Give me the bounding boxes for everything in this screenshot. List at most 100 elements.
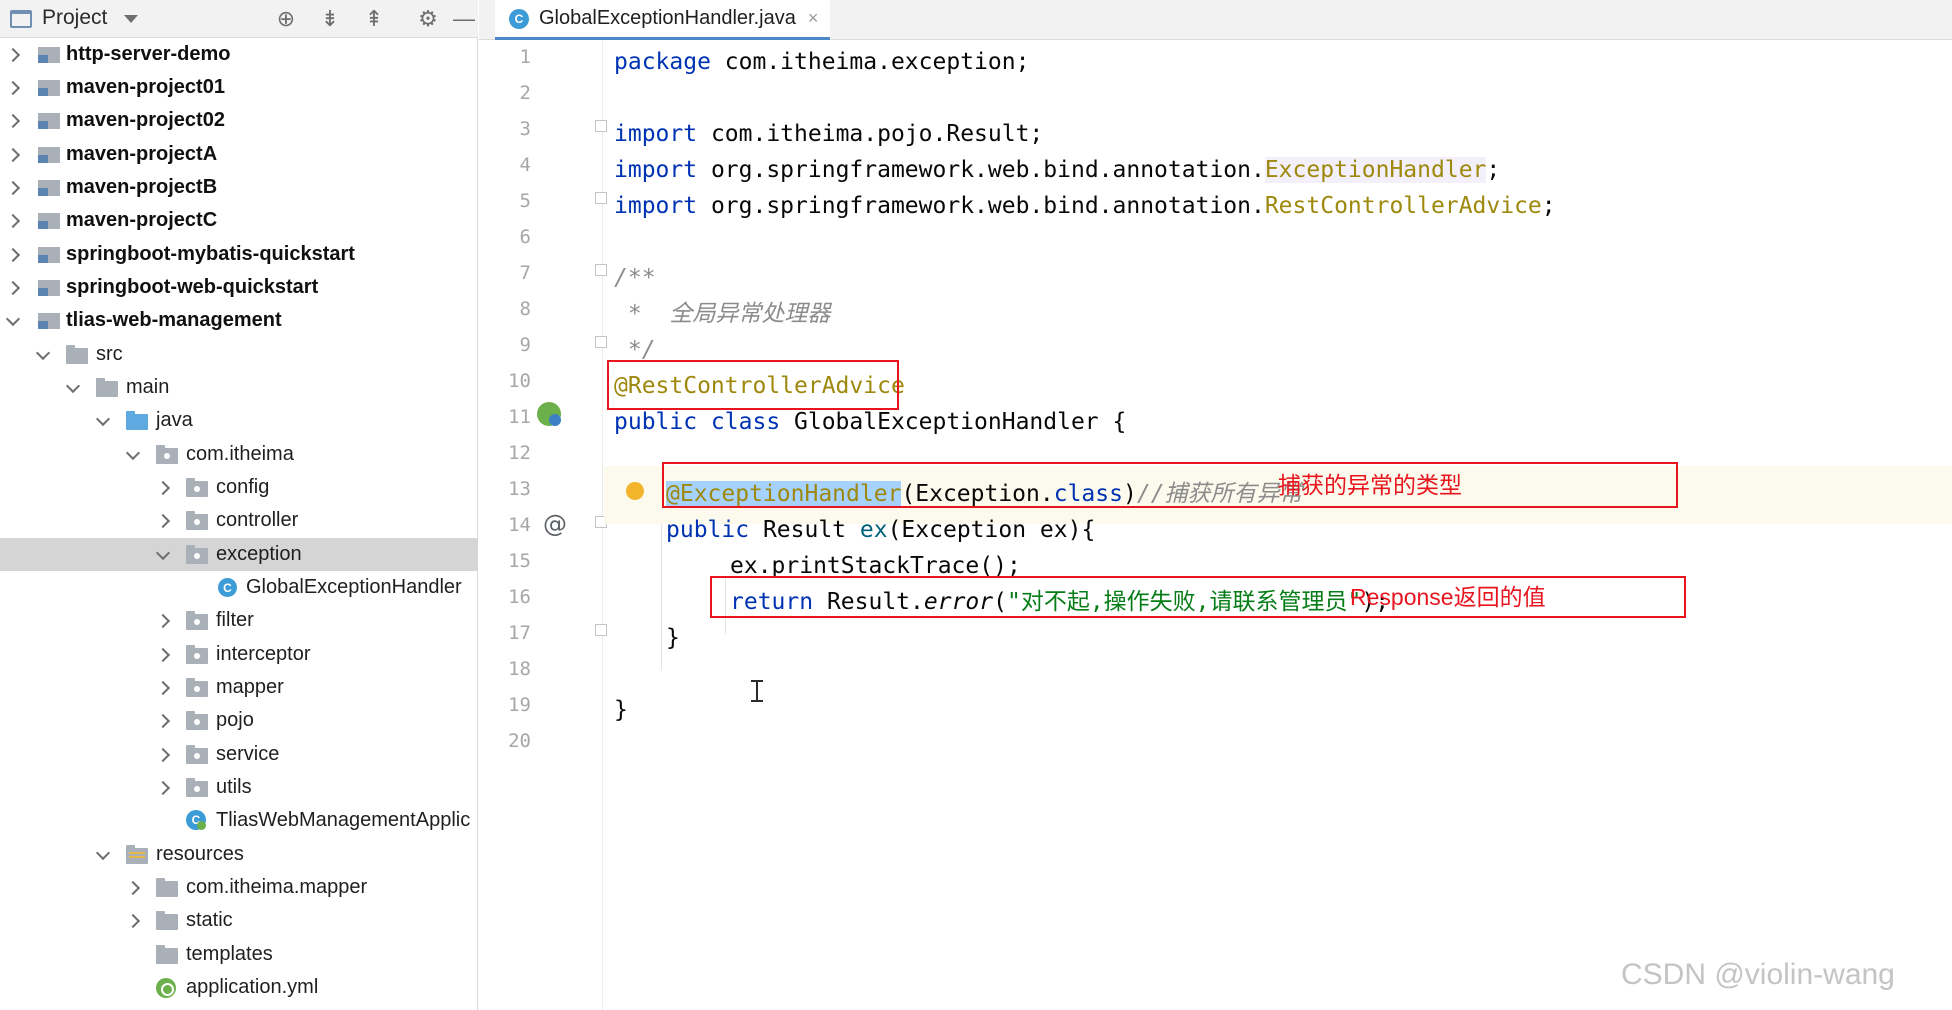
code-area[interactable]: package com.itheima.exception; import co… [604, 40, 1952, 1010]
tree-item-src[interactable]: src [0, 338, 478, 371]
project-window-icon [10, 10, 32, 28]
tree-item-springboot-web-quickstart[interactable]: springboot-web-quickstart [0, 271, 478, 304]
tree-item-com-itheima[interactable]: com.itheima [0, 438, 478, 471]
tree-item-pojo[interactable]: pojo [0, 704, 478, 737]
tree-item-label: exception [216, 543, 302, 565]
at-sign-gutter-icon[interactable]: @ [543, 510, 567, 538]
tree-item-config[interactable]: config [0, 471, 478, 504]
code-line-8[interactable]: * 全局异常处理器 [614, 296, 1952, 332]
chevron-right-icon[interactable] [6, 48, 20, 62]
tree-item-http-server-demo[interactable]: http-server-demo [0, 38, 478, 71]
project-panel-header: Project ⊕ ⇟ ⇞ ⚙ — [0, 0, 478, 38]
chevron-right-icon[interactable] [126, 881, 140, 895]
code-line-19[interactable]: } [614, 692, 1952, 728]
imported-class: ExceptionHandler [1264, 157, 1487, 183]
tree-item-mapper[interactable]: mapper [0, 671, 478, 704]
tree-item-utils[interactable]: utils [0, 771, 478, 804]
code-line-1[interactable]: package com.itheima.exception; [614, 44, 1952, 80]
tree-item-service[interactable]: service [0, 738, 478, 771]
lightbulb-icon[interactable] [626, 482, 644, 500]
code-text: GlobalExceptionHandler { [780, 409, 1127, 435]
code-text: com.itheima.pojo.Result; [697, 121, 1044, 147]
chevron-right-icon[interactable] [6, 81, 20, 95]
code-line-3[interactable]: import com.itheima.pojo.Result; [614, 116, 1952, 152]
chevron-right-icon[interactable] [156, 481, 170, 495]
close-icon[interactable]: × [808, 8, 819, 29]
code-line-7[interactable]: /** [614, 260, 1952, 296]
minimize-icon[interactable]: — [450, 5, 478, 33]
tree-item-static[interactable]: static [0, 904, 478, 937]
tree-item-label: resources [156, 843, 244, 865]
collapse-all-icon[interactable]: ⇞ [360, 5, 388, 33]
tree-item-maven-project02[interactable]: maven-project02 [0, 104, 478, 137]
expand-all-icon[interactable]: ⇟ [316, 5, 344, 33]
gear-icon[interactable]: ⚙ [414, 5, 442, 33]
chevron-down-icon[interactable] [96, 848, 110, 862]
package-icon [186, 478, 208, 497]
tree-item-interceptor[interactable]: interceptor [0, 638, 478, 671]
chevron-right-icon[interactable] [156, 648, 170, 662]
tree-item-exception[interactable]: exception [0, 538, 478, 571]
chevron-right-icon[interactable] [156, 714, 170, 728]
tree-item-java[interactable]: java [0, 404, 478, 437]
keyword: import [614, 121, 698, 147]
tree-item-filter[interactable]: filter [0, 604, 478, 637]
watermark: CSDN @violin-wang [1621, 958, 1895, 991]
chevron-right-icon[interactable] [6, 248, 20, 262]
tab-global-exception-handler[interactable]: C GlobalExceptionHandler.java × [495, 0, 831, 40]
tree-item-controller[interactable]: controller [0, 504, 478, 537]
line-number: 6 [519, 226, 531, 248]
tree-item-main[interactable]: main [0, 371, 478, 404]
chevron-right-icon[interactable] [156, 681, 170, 695]
tree-item-resources[interactable]: resources [0, 838, 478, 871]
code-line-17[interactable]: } [666, 620, 1952, 656]
tree-item-maven-projectA[interactable]: maven-projectA [0, 138, 478, 171]
editor-gutter: 1 2 3 4 5 6 7 8 9 10 11 12 13 14 15 16 1… [479, 40, 607, 1010]
chevron-down-icon[interactable] [156, 548, 170, 562]
navigate-gutter-icon[interactable] [549, 414, 561, 426]
chevron-down-icon[interactable] [96, 414, 110, 428]
project-panel-title[interactable]: Project [42, 6, 107, 30]
code-line-14[interactable]: public Result ex(Exception ex){ [666, 512, 1952, 548]
line-number: 9 [519, 334, 531, 356]
chevron-right-icon[interactable] [156, 781, 170, 795]
java-class-icon: C [218, 578, 237, 597]
tree-item-tlias-web-management-application[interactable]: C TliasWebManagementApplic [0, 804, 478, 837]
tree-item-springboot-mybatis-quickstart[interactable]: springboot-mybatis-quickstart [0, 238, 478, 271]
tree-item-label: service [216, 743, 280, 765]
chevron-down-icon[interactable] [36, 348, 50, 362]
folder-icon [156, 911, 178, 930]
tree-item-maven-projectB[interactable]: maven-projectB [0, 171, 478, 204]
code-line-4[interactable]: import org.springframework.web.bind.anno… [614, 152, 1952, 188]
tree-item-label: tlias-web-management [66, 309, 282, 331]
chevron-down-icon[interactable] [124, 15, 138, 23]
chevron-right-icon[interactable] [156, 748, 170, 762]
chevron-right-icon[interactable] [126, 914, 140, 928]
code-text: org.springframework.web.bind.annotation. [697, 157, 1265, 183]
tree-item-com-itheima-mapper[interactable]: com.itheima.mapper [0, 871, 478, 904]
tree-item-global-exception-handler[interactable]: C GlobalExceptionHandler [0, 571, 478, 604]
chevron-right-icon[interactable] [156, 614, 170, 628]
code-text: org.springframework.web.bind.annotation. [697, 193, 1265, 219]
line-number: 20 [508, 730, 531, 752]
chevron-down-icon[interactable] [66, 381, 80, 395]
locate-icon[interactable]: ⊕ [272, 5, 300, 33]
chevron-right-icon[interactable] [6, 148, 20, 162]
tree-item-templates[interactable]: templates [0, 938, 478, 971]
tree-item-tlias-web-management[interactable]: tlias-web-management [0, 304, 478, 337]
code-editor: C GlobalExceptionHandler.java × 1 2 3 4 … [479, 0, 1952, 1010]
keyword: package [614, 49, 711, 75]
chevron-right-icon[interactable] [6, 181, 20, 195]
chevron-right-icon[interactable] [156, 514, 170, 528]
chevron-right-icon[interactable] [6, 281, 20, 295]
chevron-down-icon[interactable] [126, 448, 140, 462]
chevron-down-icon[interactable] [6, 314, 20, 328]
chevron-right-icon[interactable] [6, 214, 20, 228]
code-line-5[interactable]: import org.springframework.web.bind.anno… [614, 188, 1952, 224]
line-number: 1 [519, 46, 531, 68]
tree-item-application-yml[interactable]: application.yml [0, 971, 478, 1004]
line-number: 7 [519, 262, 531, 284]
tree-item-maven-projectC[interactable]: maven-projectC [0, 204, 478, 237]
tree-item-maven-project01[interactable]: maven-project01 [0, 71, 478, 104]
chevron-right-icon[interactable] [6, 114, 20, 128]
